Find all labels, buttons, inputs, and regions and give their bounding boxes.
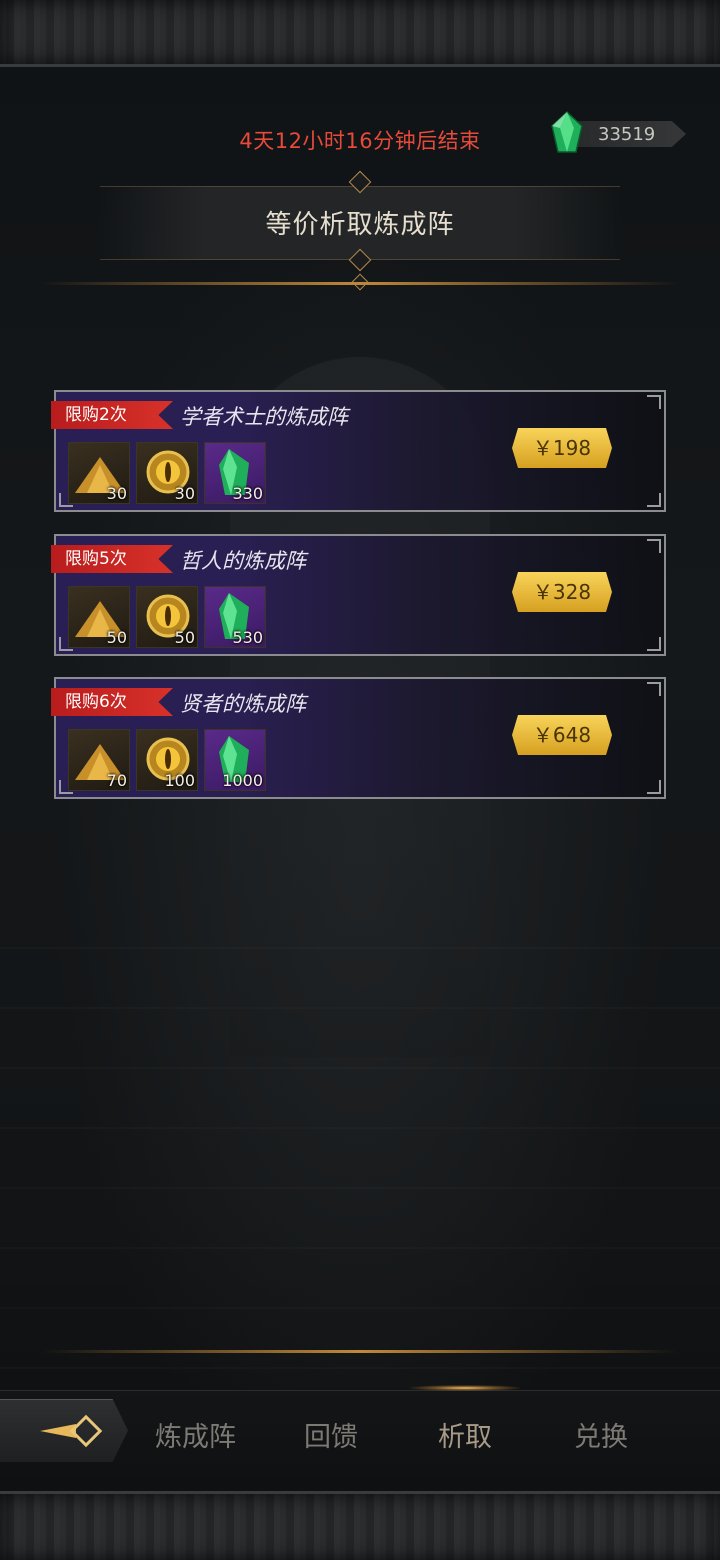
reward-item[interactable]: 70 (68, 729, 130, 791)
back-button[interactable] (0, 1399, 128, 1462)
offer-card: 限购2次 学者术士的炼成阵 30 30 330 ￥198 (51, 390, 666, 512)
offer-title: 贤者的炼成阵 (180, 692, 306, 716)
reward-item[interactable]: 50 (136, 586, 198, 648)
reward-item[interactable]: 30 (68, 442, 130, 504)
purchase-limit-badge: 限购5次 (51, 545, 173, 573)
reward-item[interactable]: 100 (136, 729, 198, 791)
offer-title: 学者术士的炼成阵 (180, 405, 348, 429)
currency-display: 33519 (548, 110, 688, 153)
reward-item[interactable]: 30 (136, 442, 198, 504)
green-crystal-icon (551, 110, 583, 153)
purchase-limit-badge: 限购6次 (51, 688, 173, 716)
offer-title: 哲人的炼成阵 (180, 549, 306, 573)
bottom-frame (0, 1491, 720, 1560)
tab-rewards[interactable]: 回馈 (304, 1415, 358, 1454)
purchase-limit-badge: 限购2次 (51, 401, 173, 429)
top-frame (0, 0, 720, 67)
offer-card: 限购5次 哲人的炼成阵 50 50 530 ￥328 (51, 534, 666, 656)
divider (40, 1350, 680, 1353)
page-title: 等价析取炼成阵 (265, 210, 455, 240)
reward-item[interactable]: 1000 (204, 729, 266, 791)
buy-button[interactable]: ￥198 (512, 428, 612, 468)
title-banner: 等价析取炼成阵 (40, 170, 680, 292)
tab-alchemy-array[interactable]: 炼成阵 (155, 1415, 236, 1454)
buy-button[interactable]: ￥648 (512, 715, 612, 755)
bottom-tab-bar: 炼成阵 回馈 析取 兑换 (0, 1385, 720, 1491)
active-tab-indicator (410, 1385, 520, 1391)
offer-card: 限购6次 贤者的炼成阵 70 100 1000 ￥648 (51, 677, 666, 799)
currency-amount: 33519 (598, 124, 656, 145)
reward-item[interactable]: 50 (68, 586, 130, 648)
reward-item[interactable]: 530 (204, 586, 266, 648)
buy-button[interactable]: ￥328 (512, 572, 612, 612)
tab-exchange[interactable]: 兑换 (574, 1415, 628, 1454)
tab-extract[interactable]: 析取 (438, 1415, 492, 1454)
back-arrow-icon (40, 1414, 103, 1448)
event-timer: 4天12小时16分钟后结束 (239, 129, 481, 153)
reward-item[interactable]: 330 (204, 442, 266, 504)
